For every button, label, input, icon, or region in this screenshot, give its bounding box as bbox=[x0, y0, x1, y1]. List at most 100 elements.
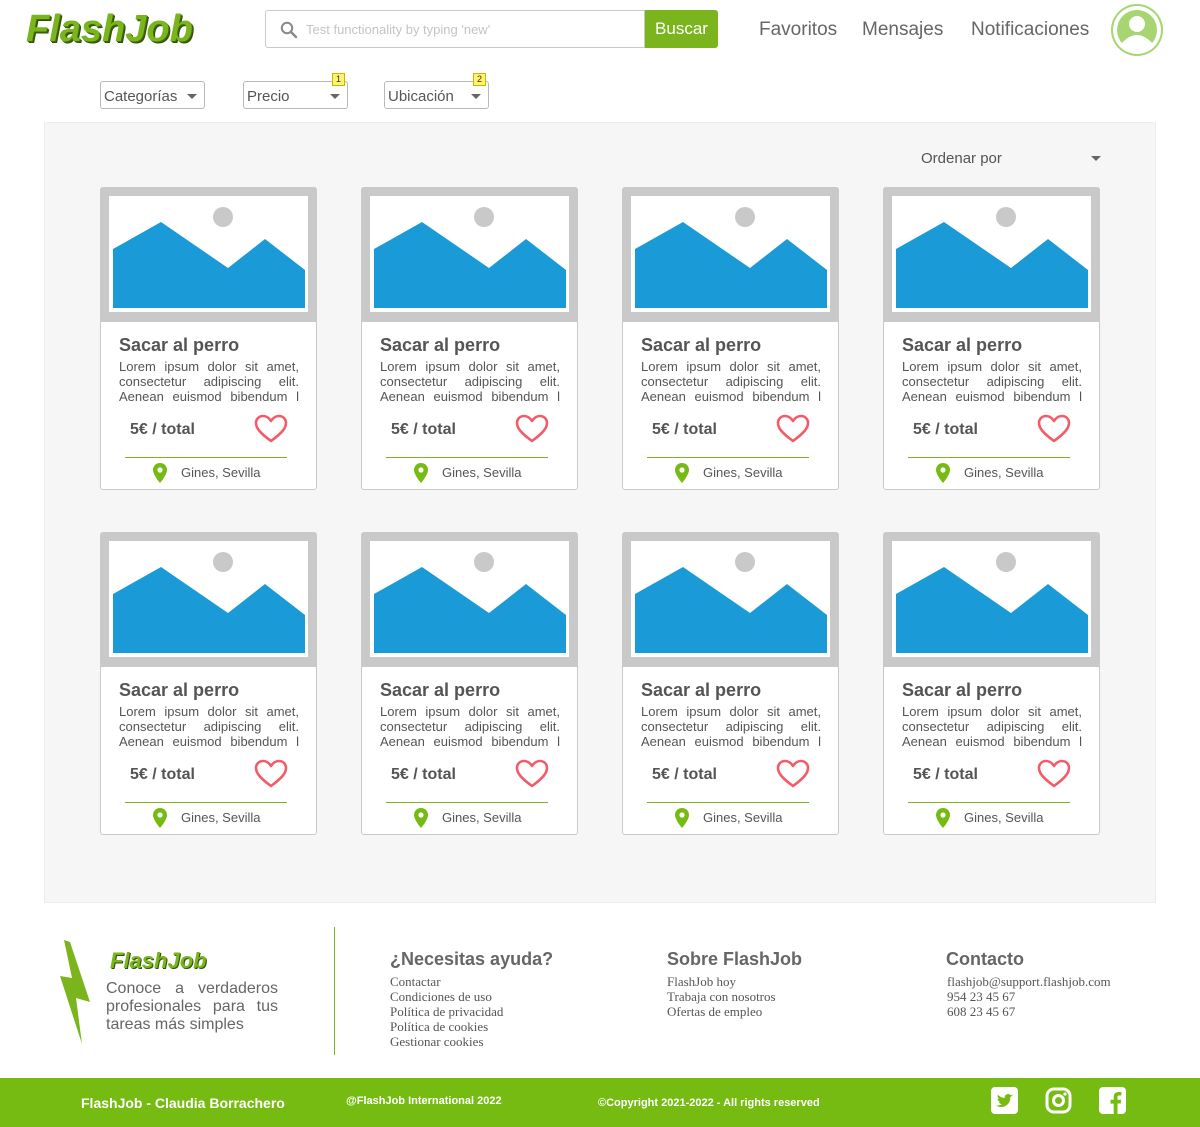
contact-email[interactable]: flashjob@support.flashjob.com bbox=[947, 974, 1111, 989]
search-input[interactable] bbox=[306, 11, 636, 47]
heart-icon[interactable] bbox=[1037, 414, 1071, 444]
lightning-bolt-icon bbox=[60, 940, 90, 1044]
international-credit: @FlashJob International 2022 bbox=[346, 1095, 502, 1107]
image-placeholder-icon bbox=[113, 552, 305, 653]
search-box[interactable] bbox=[265, 10, 645, 48]
card-title[interactable]: Sacar al perro bbox=[119, 335, 239, 356]
filter-categorias[interactable]: Categorías bbox=[100, 81, 205, 109]
bottom-bar: FlashJob - Claudia Borrachero @FlashJob … bbox=[0, 1078, 1200, 1127]
footer-link[interactable]: FlashJob hoy bbox=[667, 974, 776, 989]
heart-icon[interactable] bbox=[776, 414, 810, 444]
nav-mensajes[interactable]: Mensajes bbox=[862, 19, 943, 41]
site-logo[interactable]: FlashJob bbox=[26, 8, 193, 51]
job-card[interactable]: Sacar al perro Lorem ipsum dolor sit amet… bbox=[622, 187, 839, 490]
card-divider bbox=[908, 457, 1070, 458]
filter-ubicacion[interactable]: Ubicación 2 bbox=[384, 73, 489, 109]
nav-favoritos[interactable]: Favoritos bbox=[759, 19, 837, 41]
search-button[interactable]: Buscar bbox=[645, 10, 718, 48]
heart-icon[interactable] bbox=[254, 414, 288, 444]
contact-phone: 608 23 45 67 bbox=[947, 1004, 1016, 1019]
job-card[interactable]: Sacar al perro Lorem ipsum dolor sit amet… bbox=[361, 532, 578, 835]
footer-link[interactable]: Contactar bbox=[390, 974, 503, 989]
card-location: Gines, Sevilla bbox=[703, 465, 783, 480]
heart-icon[interactable] bbox=[776, 759, 810, 789]
job-card[interactable]: Sacar al perro Lorem ipsum dolor sit amet… bbox=[361, 187, 578, 490]
filter-precio[interactable]: Precio 1 bbox=[243, 73, 348, 109]
image-placeholder-icon bbox=[896, 207, 1088, 308]
card-title[interactable]: Sacar al perro bbox=[641, 335, 761, 356]
card-description: Lorem ipsum dolor sit amet, consectetur … bbox=[641, 704, 821, 749]
card-divider bbox=[386, 802, 548, 803]
footer-link[interactable]: Política de cookies bbox=[390, 1019, 503, 1034]
help-links: Contactar Condiciones de uso Política de… bbox=[390, 974, 503, 1049]
card-image[interactable] bbox=[101, 533, 316, 667]
contact-lines: flashjob@support.flashjob.com 954 23 45 … bbox=[947, 974, 1111, 1019]
card-image[interactable] bbox=[884, 533, 1099, 667]
heart-icon[interactable] bbox=[515, 759, 549, 789]
heart-icon[interactable] bbox=[1037, 759, 1071, 789]
footer-link[interactable]: Ofertas de empleo bbox=[667, 1004, 776, 1019]
footer-link[interactable]: Gestionar cookies bbox=[390, 1034, 503, 1049]
card-price: 5€ / total bbox=[652, 421, 717, 438]
card-description: Lorem ipsum dolor sit amet, consectetur … bbox=[119, 704, 299, 749]
card-price: 5€ / total bbox=[130, 421, 195, 438]
instagram-icon[interactable] bbox=[1045, 1087, 1072, 1114]
chevron-down-icon bbox=[1091, 156, 1101, 161]
facebook-icon[interactable] bbox=[1099, 1087, 1126, 1114]
location-pin-icon bbox=[153, 808, 167, 828]
card-title[interactable]: Sacar al perro bbox=[902, 335, 1022, 356]
card-image[interactable] bbox=[362, 188, 577, 322]
card-price: 5€ / total bbox=[391, 766, 456, 783]
card-image[interactable] bbox=[884, 188, 1099, 322]
heart-icon[interactable] bbox=[254, 759, 288, 789]
heart-icon[interactable] bbox=[515, 414, 549, 444]
about-links: FlashJob hoy Trabaja con nosotros Oferta… bbox=[667, 974, 776, 1019]
location-pin-icon bbox=[675, 808, 689, 828]
job-card[interactable]: Sacar al perro Lorem ipsum dolor sit amet… bbox=[883, 187, 1100, 490]
user-avatar[interactable] bbox=[1111, 4, 1163, 56]
job-card[interactable]: Sacar al perro Lorem ipsum dolor sit amet… bbox=[622, 532, 839, 835]
location-pin-icon bbox=[675, 463, 689, 483]
card-location: Gines, Sevilla bbox=[703, 810, 783, 825]
image-placeholder-icon bbox=[113, 207, 305, 308]
sort-dropdown[interactable]: Ordenar por bbox=[921, 150, 1101, 168]
card-image[interactable] bbox=[623, 533, 838, 667]
job-card[interactable]: Sacar al perro Lorem ipsum dolor sit amet… bbox=[100, 532, 317, 835]
chevron-down-icon bbox=[330, 94, 340, 99]
footer-link[interactable]: Trabaja con nosotros bbox=[667, 989, 776, 1004]
nav-notificaciones[interactable]: Notificaciones bbox=[971, 19, 1089, 41]
card-description: Lorem ipsum dolor sit amet, consectetur … bbox=[119, 359, 299, 404]
footer-link[interactable]: Condiciones de uso bbox=[390, 989, 503, 1004]
card-title[interactable]: Sacar al perro bbox=[641, 680, 761, 701]
filter-label: Ubicación bbox=[388, 88, 454, 105]
card-description: Lorem ipsum dolor sit amet, consectetur … bbox=[380, 359, 560, 404]
job-card[interactable]: Sacar al perro Lorem ipsum dolor sit amet… bbox=[100, 187, 317, 490]
card-price: 5€ / total bbox=[130, 766, 195, 783]
copyright: ©Copyright 2021-2022 - All rights reserv… bbox=[598, 1097, 820, 1109]
filter-label: Precio bbox=[247, 88, 290, 105]
twitter-icon[interactable] bbox=[991, 1087, 1018, 1114]
image-placeholder-icon bbox=[374, 552, 566, 653]
card-price: 5€ / total bbox=[652, 766, 717, 783]
footer-logo: FlashJob bbox=[110, 948, 207, 973]
card-title[interactable]: Sacar al perro bbox=[380, 335, 500, 356]
filter-badge: 2 bbox=[473, 73, 486, 86]
location-pin-icon bbox=[414, 463, 428, 483]
card-image[interactable] bbox=[362, 533, 577, 667]
footer-link[interactable]: Política de privacidad bbox=[390, 1004, 503, 1019]
card-divider bbox=[386, 457, 548, 458]
card-title[interactable]: Sacar al perro bbox=[380, 680, 500, 701]
chevron-down-icon bbox=[471, 94, 481, 99]
card-image[interactable] bbox=[101, 188, 316, 322]
job-card[interactable]: Sacar al perro Lorem ipsum dolor sit amet… bbox=[883, 532, 1100, 835]
card-title[interactable]: Sacar al perro bbox=[119, 680, 239, 701]
help-heading: ¿Necesitas ayuda? bbox=[390, 949, 554, 969]
author-credit: FlashJob - Claudia Borrachero bbox=[81, 1095, 285, 1111]
user-avatar-icon bbox=[1113, 6, 1161, 54]
card-divider bbox=[125, 802, 287, 803]
card-location: Gines, Sevilla bbox=[181, 810, 261, 825]
about-heading: Sobre FlashJob bbox=[667, 949, 803, 969]
location-pin-icon bbox=[936, 463, 950, 483]
card-image[interactable] bbox=[623, 188, 838, 322]
card-title[interactable]: Sacar al perro bbox=[902, 680, 1022, 701]
